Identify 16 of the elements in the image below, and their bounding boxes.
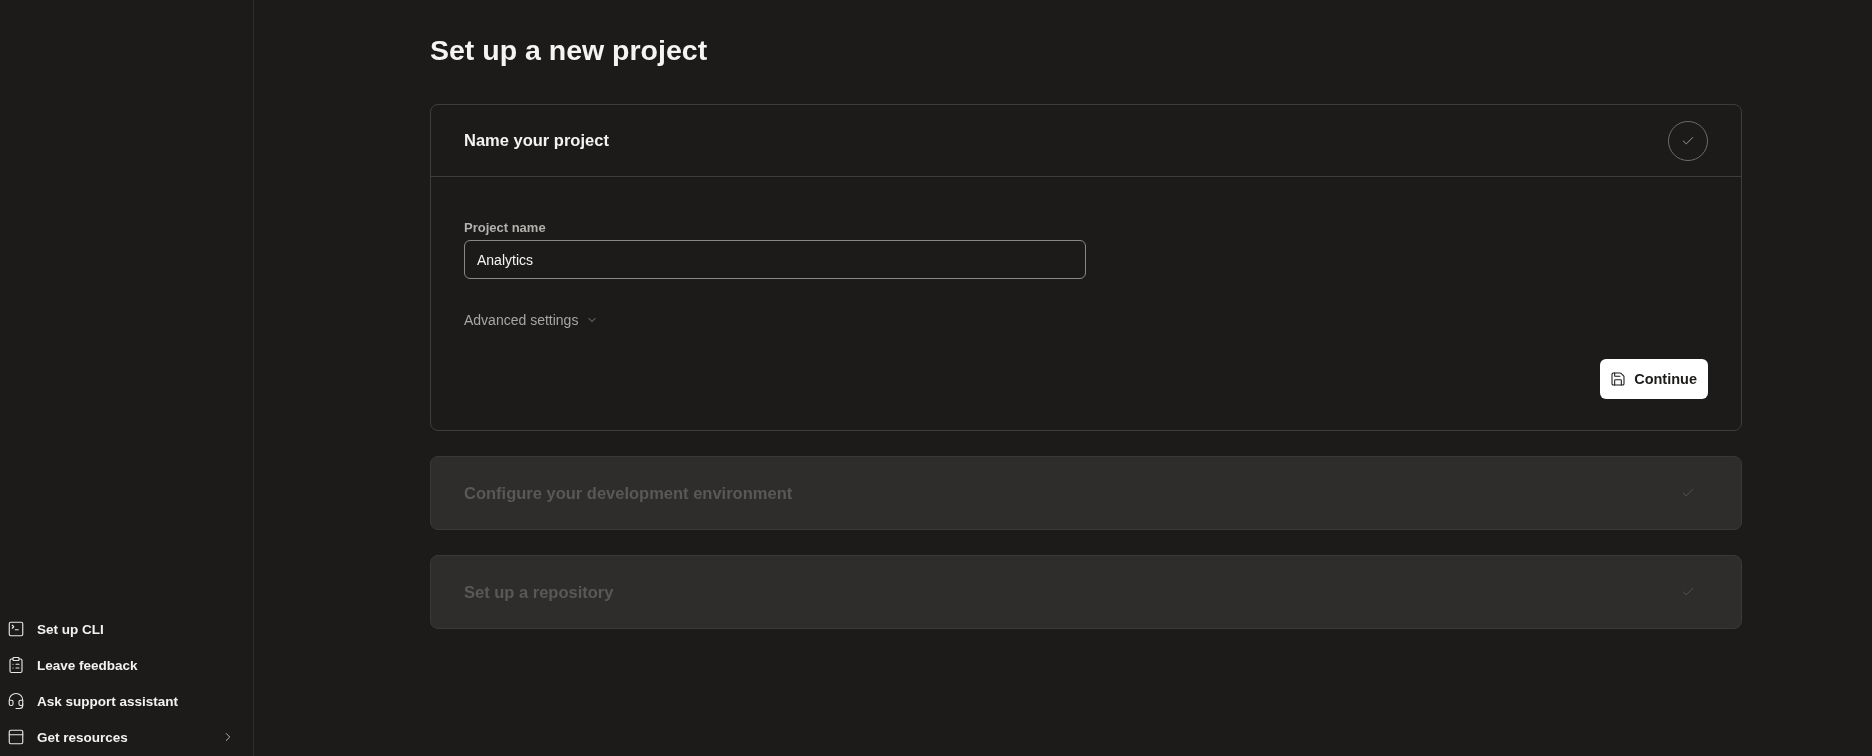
advanced-settings-toggle[interactable]: Advanced settings bbox=[464, 311, 599, 329]
check-icon bbox=[1681, 486, 1695, 500]
field-label: Project name bbox=[464, 220, 546, 236]
step-title: Name your project bbox=[464, 131, 609, 150]
page-title: Set up a new project bbox=[430, 33, 709, 67]
sidebar-item[interactable]: Ask support assistant bbox=[0, 683, 253, 719]
sidebar-item[interactable]: Get resources bbox=[0, 719, 253, 755]
clipboard-icon bbox=[7, 656, 25, 674]
sidebar-item[interactable]: Set up CLI bbox=[0, 611, 253, 647]
terminal-icon bbox=[7, 620, 25, 638]
headset-icon bbox=[7, 692, 25, 710]
sidebar-item[interactable]: Leave feedback bbox=[0, 647, 253, 683]
panel-icon bbox=[7, 728, 25, 746]
check-icon bbox=[1681, 585, 1695, 599]
continue-button[interactable]: Continue bbox=[1600, 359, 1708, 399]
input-field[interactable]: Analytics bbox=[464, 240, 1086, 279]
